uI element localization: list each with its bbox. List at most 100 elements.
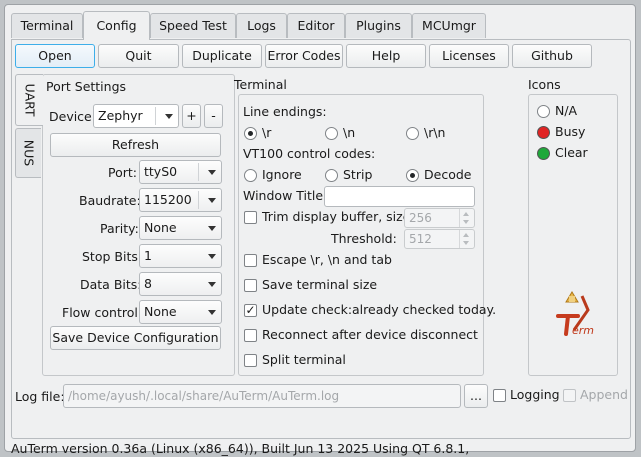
threshold-spinbox[interactable]: 512 bbox=[404, 229, 475, 249]
log-file-path-input[interactable]: /home/ayush/.local/share/AuTerm/AuTerm.l… bbox=[63, 384, 461, 408]
window-title-input[interactable] bbox=[324, 186, 475, 207]
side-tab-uart[interactable]: UART bbox=[15, 74, 43, 126]
main-window: Terminal Config Speed Test Logs Editor P… bbox=[4, 4, 636, 456]
update-check-checkbox[interactable]: ✓ bbox=[244, 304, 257, 317]
vt100-strip-radio[interactable] bbox=[325, 169, 338, 182]
help-button[interactable]: Help bbox=[346, 44, 426, 68]
quit-button[interactable]: Quit bbox=[98, 44, 179, 68]
icon-na-label: N/A bbox=[555, 103, 578, 118]
trim-buffer-label: Trim display buffer, size: bbox=[262, 209, 415, 224]
parity-label: Parity: bbox=[100, 221, 139, 236]
save-terminal-size-checkbox[interactable] bbox=[244, 279, 257, 292]
stop-bits-label: Stop Bits: bbox=[82, 249, 143, 264]
escape-label: Escape \r, \n and tab bbox=[262, 252, 392, 267]
split-terminal-checkbox[interactable] bbox=[244, 354, 257, 367]
trim-buffer-checkbox[interactable] bbox=[244, 211, 257, 224]
config-panel: Open Quit Duplicate Error Codes Help Lic… bbox=[11, 39, 631, 439]
save-terminal-size-label: Save terminal size bbox=[262, 277, 378, 292]
port-settings-title: Port Settings bbox=[46, 79, 127, 94]
device-combo[interactable]: Zephyr bbox=[93, 104, 179, 128]
threshold-label: Threshold: bbox=[331, 231, 397, 246]
data-bits-combo-value: 8 bbox=[144, 276, 152, 291]
trim-size-spinbox[interactable]: 256 bbox=[404, 208, 475, 228]
line-ending-crlf-label: \r\n bbox=[424, 125, 446, 140]
flow-control-label: Flow control: bbox=[62, 305, 143, 320]
device-combo-value: Zephyr bbox=[98, 108, 143, 123]
status-bar: AuTerm version 0.36a (Linux (x86_64)), B… bbox=[11, 441, 470, 456]
side-tab-uart-label: UART bbox=[22, 83, 37, 117]
trim-size-value: 256 bbox=[409, 211, 432, 225]
add-device-button[interactable]: + bbox=[182, 104, 201, 128]
parity-combo[interactable]: None bbox=[139, 216, 222, 240]
icon-busy-radio[interactable] bbox=[537, 126, 550, 139]
window-title-label: Window Title: bbox=[243, 188, 328, 203]
save-device-configuration-button[interactable]: Save Device Configuration bbox=[50, 326, 221, 350]
escape-checkbox[interactable] bbox=[244, 254, 257, 267]
line-ending-lf-radio[interactable] bbox=[325, 127, 338, 140]
flow-control-combo-value: None bbox=[144, 304, 177, 319]
side-tab-nus-label: NUS bbox=[21, 139, 36, 167]
parity-combo-value: None bbox=[144, 220, 177, 235]
flow-control-combo[interactable]: None bbox=[139, 300, 222, 324]
side-tab-nus[interactable]: NUS bbox=[15, 128, 41, 178]
stop-bits-combo-value: 1 bbox=[144, 248, 152, 263]
update-check-label: Update check: bbox=[262, 302, 353, 317]
update-check-status: already checked today. bbox=[352, 302, 497, 317]
chevron-down-icon bbox=[208, 170, 216, 175]
tab-config[interactable]: Config bbox=[83, 11, 150, 40]
log-file-label: Log file: bbox=[15, 389, 65, 404]
remove-device-button[interactable]: - bbox=[204, 104, 223, 128]
data-bits-label: Data Bits: bbox=[80, 277, 142, 292]
auterm-logo-icon: erm bbox=[556, 291, 594, 337]
port-label: Port: bbox=[108, 165, 137, 180]
icon-na-radio[interactable] bbox=[537, 105, 550, 118]
chevron-down-icon bbox=[208, 282, 216, 287]
reconnect-checkbox[interactable] bbox=[244, 329, 257, 342]
refresh-button[interactable]: Refresh bbox=[50, 133, 221, 157]
append-label: Append bbox=[580, 387, 628, 402]
line-ending-cr-label: \r bbox=[262, 125, 272, 140]
port-combo-value: ttyS0 bbox=[144, 164, 178, 179]
error-codes-button[interactable]: Error Codes bbox=[265, 44, 343, 68]
tab-logs[interactable]: Logs bbox=[236, 13, 287, 38]
icon-clear-label: Clear bbox=[555, 145, 588, 160]
chevron-down-icon bbox=[208, 198, 216, 203]
logging-checkbox[interactable] bbox=[493, 389, 506, 402]
split-terminal-label: Split terminal bbox=[262, 352, 346, 367]
icons-section-title: Icons bbox=[528, 77, 561, 92]
tab-plugins[interactable]: Plugins bbox=[345, 13, 412, 38]
logging-label: Logging bbox=[510, 387, 560, 402]
icon-busy-label: Busy bbox=[555, 124, 586, 139]
tab-editor[interactable]: Editor bbox=[287, 13, 345, 38]
chevron-down-icon bbox=[165, 114, 173, 119]
licenses-button[interactable]: Licenses bbox=[429, 44, 509, 68]
data-bits-combo[interactable]: 8 bbox=[139, 272, 222, 296]
port-combo[interactable]: ttyS0 bbox=[139, 160, 222, 184]
device-label: Device bbox=[49, 109, 92, 124]
vt100-ignore-radio[interactable] bbox=[244, 169, 257, 182]
vt100-decode-radio[interactable] bbox=[406, 169, 419, 182]
threshold-value: 512 bbox=[409, 232, 432, 246]
line-ending-cr-radio[interactable] bbox=[244, 127, 257, 140]
svg-text:erm: erm bbox=[572, 324, 594, 337]
open-button[interactable]: Open bbox=[15, 44, 95, 68]
baudrate-combo[interactable]: 115200 bbox=[139, 188, 222, 212]
baudrate-label: Baudrate: bbox=[79, 193, 141, 208]
baudrate-combo-value: 115200 bbox=[144, 192, 192, 207]
line-ending-lf-label: \n bbox=[343, 125, 356, 140]
duplicate-button[interactable]: Duplicate bbox=[182, 44, 262, 68]
browse-log-button[interactable]: ... bbox=[464, 384, 488, 408]
tab-mcumgr[interactable]: MCUmgr bbox=[412, 13, 486, 38]
terminal-section-title: Terminal bbox=[234, 77, 287, 92]
line-ending-crlf-radio[interactable] bbox=[406, 127, 419, 140]
reconnect-label: Reconnect after device disconnect bbox=[262, 327, 478, 342]
stop-bits-combo[interactable]: 1 bbox=[139, 244, 222, 268]
vt100-strip-label: Strip bbox=[343, 167, 373, 182]
github-button[interactable]: Github bbox=[512, 44, 592, 68]
tab-terminal[interactable]: Terminal bbox=[11, 13, 83, 38]
icon-clear-radio[interactable] bbox=[537, 147, 550, 160]
tab-speed-test[interactable]: Speed Test bbox=[150, 13, 236, 38]
append-checkbox[interactable] bbox=[563, 389, 576, 402]
chevron-down-icon bbox=[208, 254, 216, 259]
chevron-down-icon bbox=[208, 226, 216, 231]
